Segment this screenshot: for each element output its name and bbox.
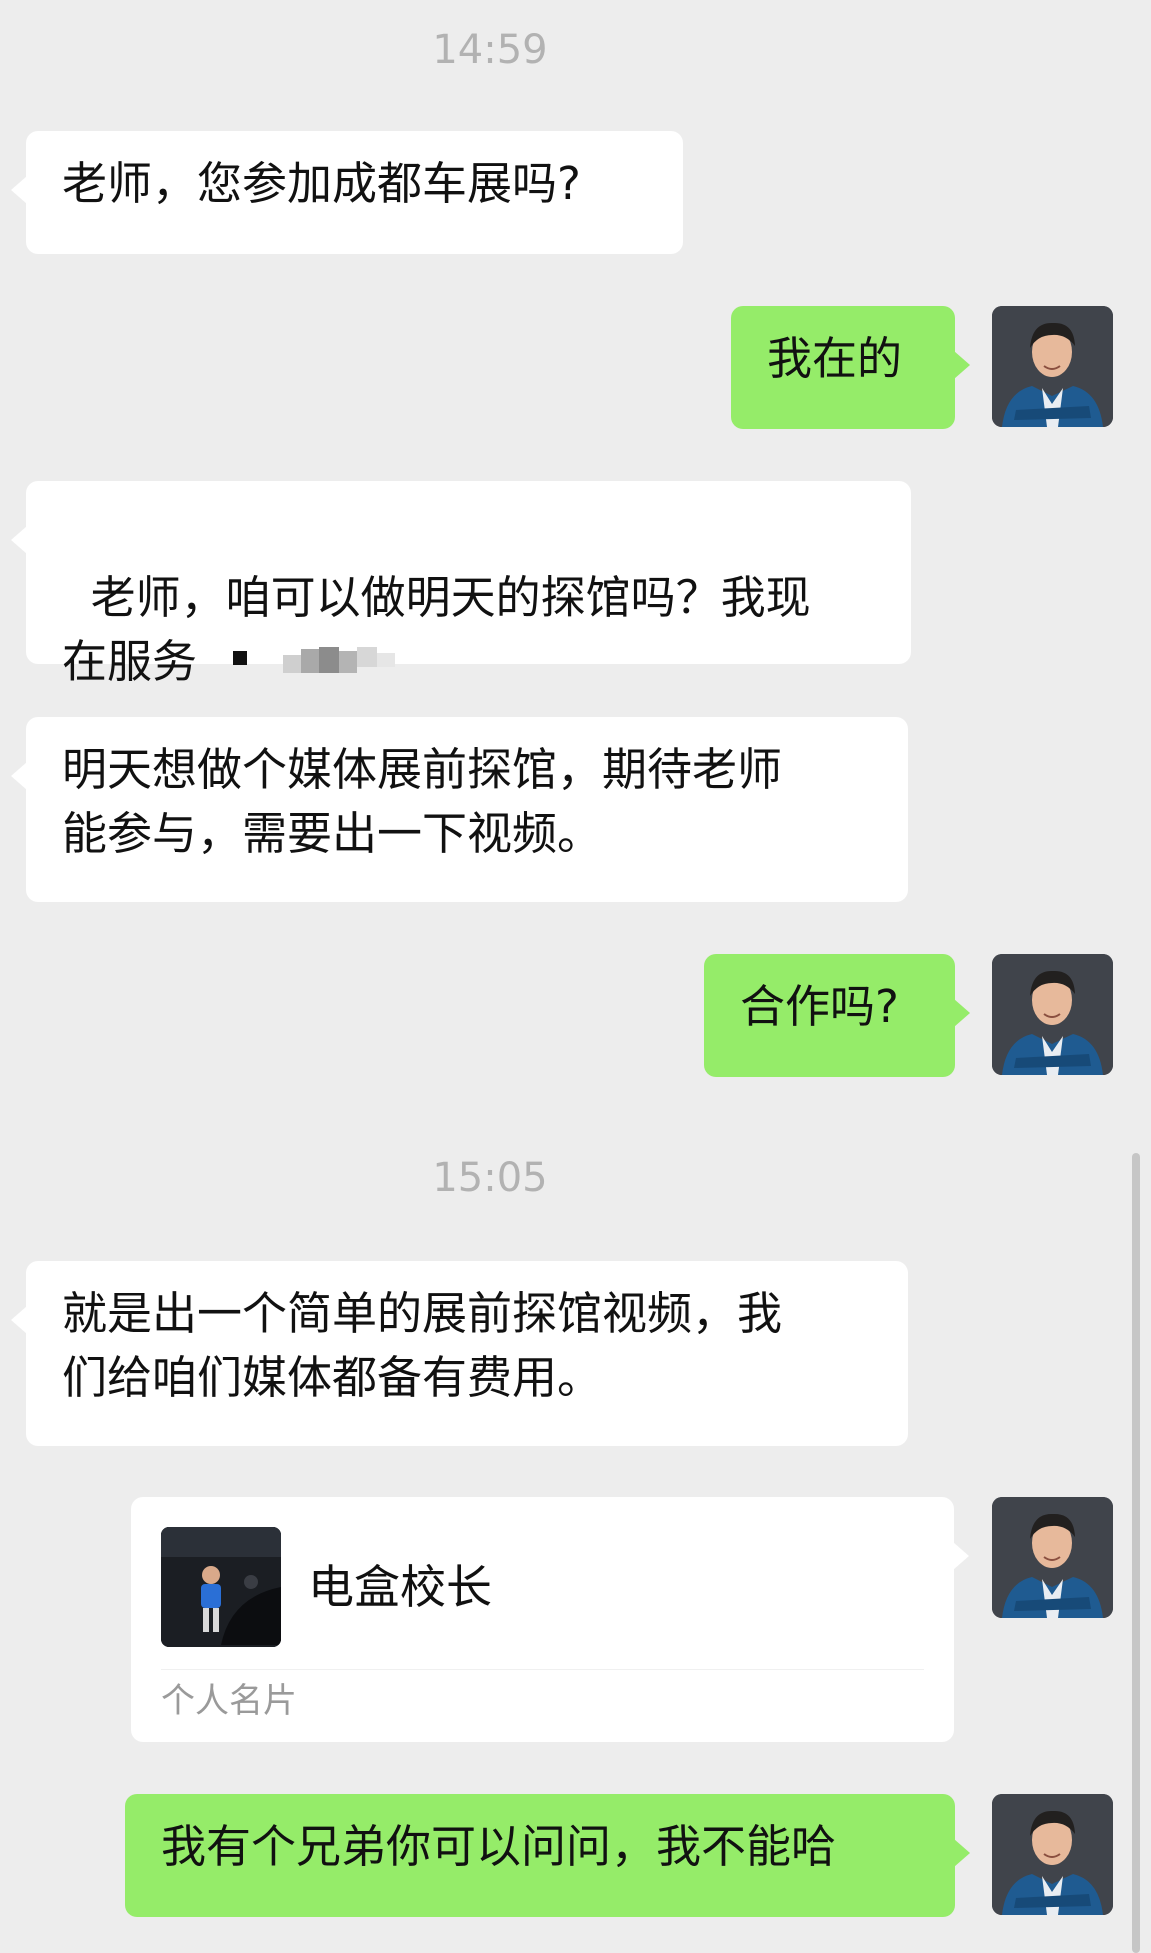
- incoming-message[interactable]: 就是出一个简单的展前探馆视频，我 们给咱们媒体都备有费用。: [11, 1261, 908, 1446]
- scrollbar[interactable]: [1132, 1153, 1140, 1953]
- avatar-image: [992, 954, 1113, 1075]
- user-avatar[interactable]: [992, 1794, 1113, 1915]
- outgoing-message[interactable]: 我有个兄弟你可以问问，我不能哈: [125, 1794, 970, 1917]
- incoming-message[interactable]: 老师，咱可以做明天的探馆吗？我现 在服务: [11, 481, 911, 688]
- contact-card-photo: [161, 1527, 281, 1647]
- contact-card-name: 电盒校长: [308, 1560, 492, 1614]
- contact-card-label: 个人名片: [161, 1681, 297, 1721]
- incoming-message[interactable]: 明天想做个媒体展前探馆，期待老师 能参与，需要出一下视频。: [11, 717, 908, 902]
- message-text: 老师，咱可以做明天的探馆吗？我现 在服务: [62, 571, 811, 688]
- timestamp: 15:05: [432, 1155, 548, 1201]
- user-avatar[interactable]: [992, 1497, 1113, 1618]
- timestamp: 14:59: [432, 27, 548, 73]
- avatar-image: [992, 1794, 1113, 1915]
- avatar-image: [992, 306, 1113, 427]
- incoming-message[interactable]: 老师，您参加成都车展吗?: [11, 131, 683, 254]
- contact-card[interactable]: 电盒校长 个人名片: [131, 1497, 969, 1742]
- avatar-image: [992, 1497, 1113, 1618]
- card-divider: [161, 1669, 924, 1670]
- outgoing-message[interactable]: 合作吗?: [704, 954, 970, 1077]
- user-avatar[interactable]: [992, 306, 1113, 427]
- redacted-mosaic: [233, 643, 423, 687]
- user-avatar[interactable]: [992, 954, 1113, 1075]
- outgoing-message[interactable]: 我在的: [731, 306, 970, 429]
